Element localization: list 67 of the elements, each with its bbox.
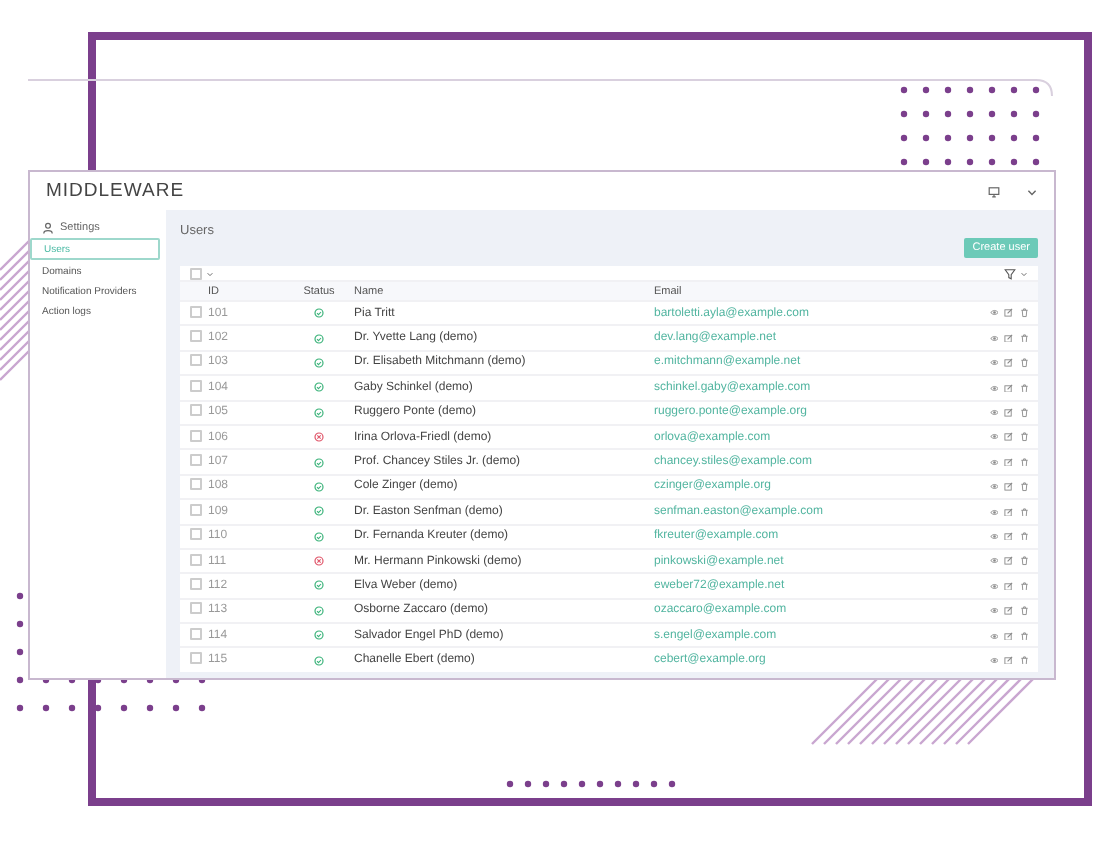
edit-icon[interactable] — [1004, 606, 1013, 616]
row-checkbox[interactable] — [190, 454, 202, 467]
eye-icon[interactable] — [989, 432, 998, 442]
app-title: MIDDLEWARE — [46, 180, 187, 202]
eye-icon[interactable] — [989, 531, 998, 541]
edit-icon[interactable] — [1004, 556, 1013, 566]
row-checkbox[interactable] — [190, 553, 202, 566]
edit-icon[interactable] — [1004, 482, 1013, 492]
eye-icon[interactable] — [989, 358, 998, 368]
edit-icon[interactable] — [1004, 507, 1013, 517]
edit-icon[interactable] — [1004, 631, 1013, 641]
eye-icon[interactable] — [989, 482, 998, 492]
eye-icon[interactable] — [989, 457, 998, 467]
row-checkbox[interactable] — [190, 429, 202, 442]
trash-icon[interactable] — [1019, 358, 1028, 368]
caret-icon[interactable] — [1020, 269, 1028, 277]
trash-icon[interactable] — [1019, 408, 1028, 417]
user-icon — [42, 222, 54, 234]
eye-icon[interactable] — [989, 606, 998, 616]
trash-icon[interactable] — [1019, 333, 1028, 343]
edit-icon[interactable] — [1004, 333, 1013, 343]
trash-icon[interactable] — [1019, 531, 1028, 541]
eye-icon[interactable] — [989, 383, 998, 393]
row-checkbox[interactable] — [190, 652, 202, 665]
trash-icon[interactable] — [1019, 507, 1028, 517]
row-checkbox[interactable] — [190, 602, 202, 615]
trash-icon[interactable] — [1019, 482, 1028, 492]
filter-icon[interactable] — [1004, 267, 1016, 279]
trash-icon[interactable] — [1019, 606, 1028, 616]
edit-icon[interactable] — [1004, 432, 1013, 442]
edit-icon[interactable] — [1004, 531, 1013, 541]
row-checkbox[interactable] — [190, 503, 202, 516]
trash-icon[interactable] — [1019, 383, 1028, 393]
eye-icon[interactable] — [989, 581, 998, 591]
trash-icon[interactable] — [1019, 457, 1028, 467]
row-checkbox[interactable] — [190, 330, 202, 343]
eye-icon[interactable] — [989, 507, 998, 517]
eye-icon[interactable] — [989, 333, 998, 343]
trash-icon[interactable] — [1019, 581, 1028, 591]
eye-icon[interactable] — [989, 631, 998, 641]
edit-icon[interactable] — [1004, 457, 1013, 467]
trash-icon[interactable] — [1019, 655, 1028, 665]
row-checkbox[interactable] — [190, 404, 202, 417]
edit-icon[interactable] — [1004, 408, 1013, 417]
row-checkbox[interactable] — [190, 478, 202, 491]
edit-icon[interactable] — [1004, 655, 1013, 665]
row-checkbox[interactable] — [190, 627, 202, 640]
row-checkbox[interactable] — [190, 528, 202, 541]
row-checkbox[interactable] — [190, 354, 202, 367]
trash-icon[interactable] — [1019, 556, 1028, 566]
edit-icon[interactable] — [1004, 308, 1013, 318]
row-checkbox[interactable] — [190, 305, 202, 318]
monitor-icon[interactable] — [988, 185, 1000, 197]
edit-icon[interactable] — [1004, 581, 1013, 591]
trash-icon[interactable] — [1019, 631, 1028, 641]
eye-icon[interactable] — [989, 556, 998, 566]
row-checkbox[interactable] — [190, 577, 202, 590]
row-checkbox[interactable] — [190, 379, 202, 392]
caret-icon[interactable] — [206, 269, 214, 277]
trash-icon[interactable] — [1019, 432, 1028, 442]
edit-icon[interactable] — [1004, 383, 1013, 393]
trash-icon[interactable] — [1019, 308, 1028, 318]
caret-icon[interactable] — [1026, 185, 1038, 197]
eye-icon[interactable] — [989, 408, 998, 417]
eye-icon[interactable] — [989, 308, 998, 318]
eye-icon[interactable] — [989, 655, 998, 665]
edit-icon[interactable] — [1004, 358, 1013, 368]
